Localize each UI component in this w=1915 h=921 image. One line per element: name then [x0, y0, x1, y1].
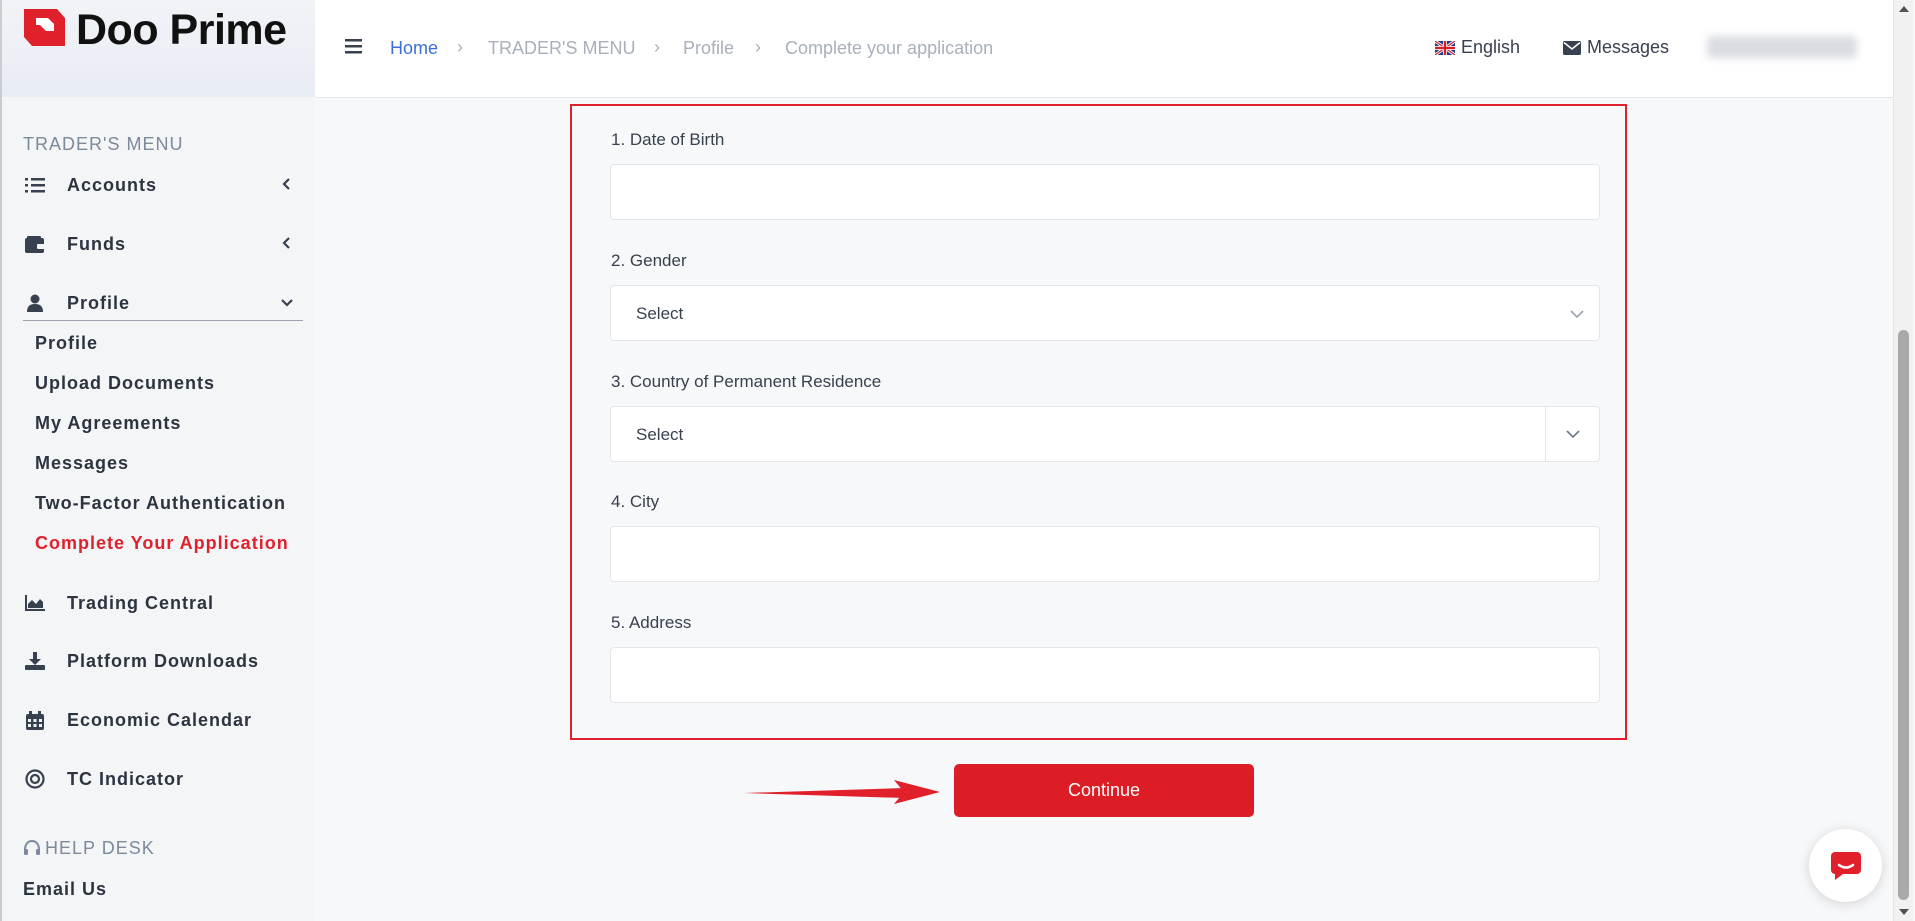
- breadcrumb-separator: ›: [457, 37, 463, 57]
- sidebar-subitem-upload-documents[interactable]: Upload Documents: [35, 373, 215, 394]
- user-icon: [23, 292, 47, 314]
- sidebar-item-label: Trading Central: [67, 592, 215, 613]
- continue-button[interactable]: Continue: [954, 764, 1254, 817]
- blurred-account-info: [1707, 36, 1857, 58]
- breadcrumb-separator: ›: [654, 37, 660, 57]
- breadcrumb-home[interactable]: Home: [390, 38, 438, 59]
- sidebar-item-platform-downloads[interactable]: Platform Downloads: [23, 646, 303, 676]
- sidebar-item-label: TC Indicator: [67, 768, 185, 789]
- page-scrollbar[interactable]: [1893, 0, 1913, 921]
- logo-text: Doo Prime: [76, 6, 287, 54]
- calendar-icon: [23, 709, 47, 731]
- doo-prime-logo-icon: [24, 9, 65, 46]
- breadcrumb-traders-menu: TRADER'S MENU: [488, 38, 636, 58]
- sidebar-divider: [23, 320, 303, 321]
- language-label: English: [1461, 37, 1521, 57]
- sidebar-subitem-profile[interactable]: Profile: [35, 333, 98, 354]
- sidebar-subitem-messages[interactable]: Messages: [35, 453, 129, 474]
- sidebar-subitem-complete-your-application[interactable]: Complete Your Application: [35, 533, 289, 554]
- chevron-down-icon: [1570, 310, 1584, 319]
- sidebar-item-funds[interactable]: Funds: [23, 229, 303, 259]
- chevron-down-icon: [281, 299, 293, 307]
- sidebar-item-profile[interactable]: Profile: [23, 288, 303, 318]
- sidebar-item-tc-indicator[interactable]: TC Indicator: [23, 764, 303, 794]
- chevron-left-icon: [282, 178, 290, 190]
- country-select[interactable]: Select: [610, 406, 1600, 462]
- gender-label: 2. Gender: [611, 251, 687, 270]
- chat-bubble-icon: [1830, 851, 1861, 880]
- city-label: 4. City: [611, 492, 660, 511]
- messages-label: Messages: [1587, 37, 1670, 57]
- sidebar-item-label: Platform Downloads: [67, 650, 260, 671]
- breadcrumb-profile: Profile: [683, 38, 735, 58]
- chart-area-icon: [23, 592, 47, 614]
- download-icon: [23, 650, 47, 672]
- list-icon: [23, 174, 47, 196]
- gender-select-value: Select: [636, 304, 684, 323]
- sidebar-item-accounts[interactable]: Accounts: [23, 170, 303, 200]
- messages-link[interactable]: Messages: [1563, 37, 1669, 58]
- sidebar: Doo Prime TRADER'S MENU Accounts Funds P…: [0, 0, 315, 921]
- traders-menu-title: TRADER'S MENU: [23, 134, 184, 154]
- gender-select[interactable]: Select: [610, 285, 1600, 341]
- country-label: 3. Country of Permanent Residence: [611, 372, 882, 391]
- country-select-value: Select: [636, 425, 684, 444]
- city-input[interactable]: [610, 526, 1600, 582]
- target-icon: [23, 768, 47, 790]
- help-desk-title: HELP DESK: [23, 838, 155, 859]
- logo-area: Doo Prime: [2, 0, 315, 97]
- live-chat-button[interactable]: [1809, 829, 1882, 902]
- sidebar-item-label: Economic Calendar: [67, 709, 253, 730]
- sidebar-item-trading-central[interactable]: Trading Central: [23, 588, 303, 618]
- sidebar-subitem-my-agreements[interactable]: My Agreements: [35, 413, 181, 434]
- application-form: 1. Date of Birth 2. Gender Select 3. Cou…: [570, 104, 1627, 740]
- sidebar-item-economic-calendar[interactable]: Economic Calendar: [23, 705, 303, 735]
- sidebar-item-label: Funds: [67, 233, 126, 254]
- scroll-thumb[interactable]: [1898, 330, 1909, 900]
- topbar: Home › TRADER'S MENU › Profile › Complet…: [315, 0, 1893, 98]
- sidebar-item-label: Profile: [67, 292, 131, 313]
- help-desk-label: HELP DESK: [45, 838, 155, 858]
- language-selector[interactable]: English: [1435, 37, 1520, 58]
- annotation-arrow-icon: [744, 780, 940, 804]
- hamburger-menu-icon[interactable]: [345, 39, 362, 54]
- date-of-birth-input[interactable]: [610, 164, 1600, 220]
- country-dropdown-toggle[interactable]: [1545, 407, 1599, 461]
- breadcrumb-current: Complete your application: [785, 38, 994, 58]
- scroll-down-arrow[interactable]: [1899, 909, 1909, 915]
- scroll-up-arrow[interactable]: [1899, 6, 1909, 12]
- sidebar-item-label: Accounts: [67, 174, 158, 195]
- envelope-icon: [1563, 40, 1581, 55]
- address-label: 5. Address: [611, 613, 692, 632]
- chevron-down-icon: [1565, 430, 1580, 439]
- breadcrumb-separator: ›: [755, 37, 761, 57]
- sidebar-subitem-two-factor-authentication[interactable]: Two-Factor Authentication: [35, 493, 286, 514]
- date-of-birth-label: 1. Date of Birth: [611, 130, 725, 149]
- wallet-icon: [23, 233, 47, 255]
- chevron-left-icon: [282, 237, 290, 249]
- sidebar-item-email-us[interactable]: Email Us: [23, 879, 107, 900]
- uk-flag-icon: [1435, 40, 1455, 55]
- address-input[interactable]: [610, 647, 1600, 703]
- headset-icon: [24, 839, 40, 855]
